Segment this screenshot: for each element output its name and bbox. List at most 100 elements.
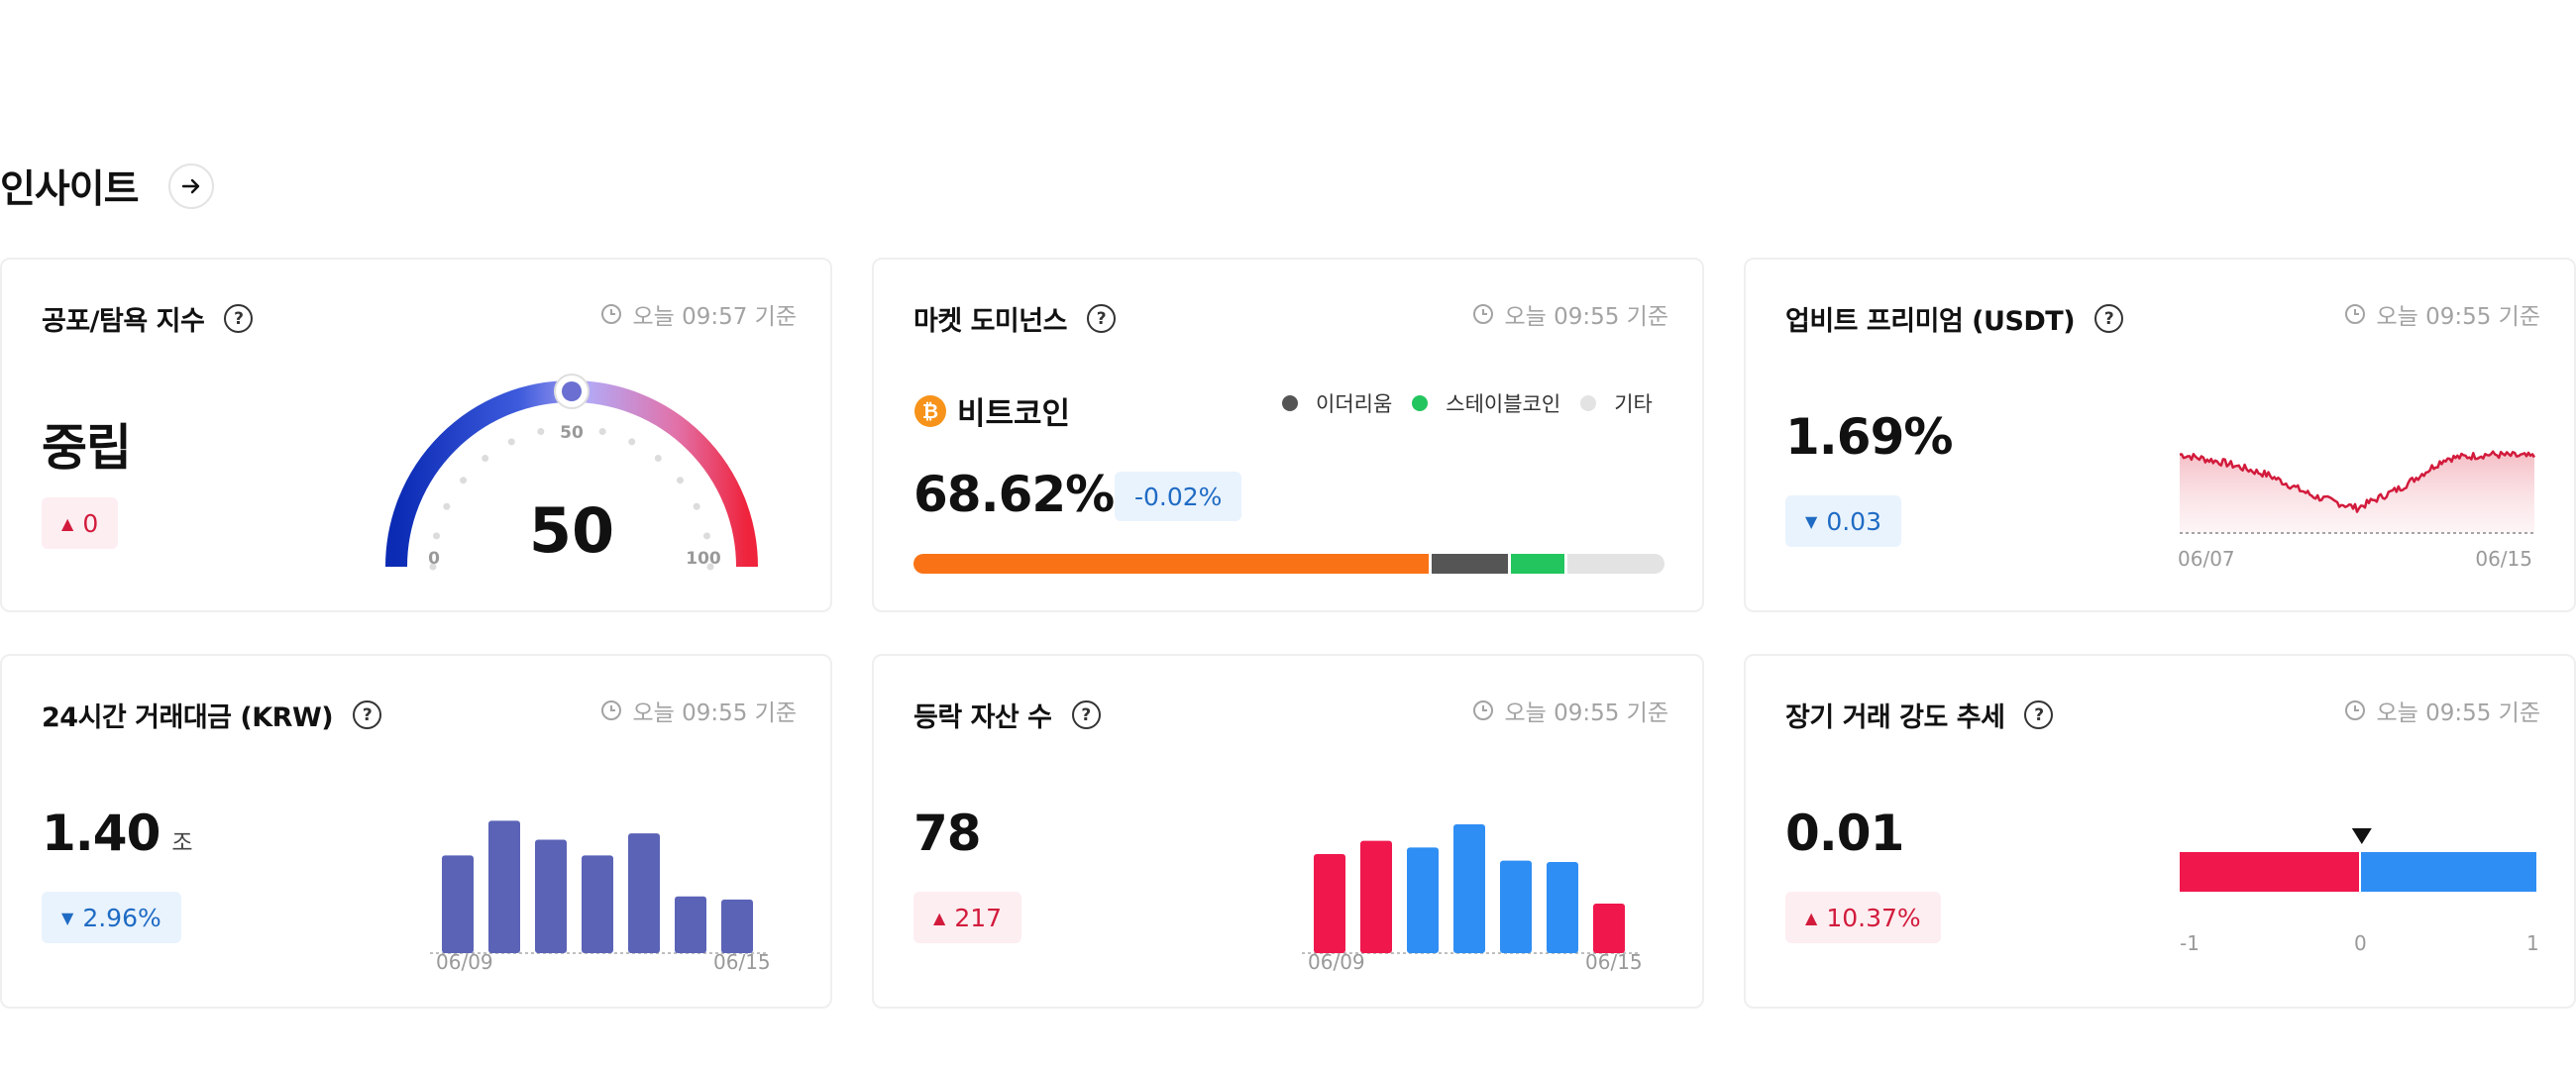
gauge-value: 50 [529,494,614,567]
bar [535,839,567,953]
clock-icon [1473,700,1494,720]
dominance-segment [1564,554,1664,574]
timestamp: 오늘 09:57 기준 [632,304,797,330]
bar [675,896,706,953]
x-axis-end-label: 06/15 [713,950,771,974]
dominance-bar [913,554,1664,574]
bar [628,833,660,953]
gauge-knob-center [562,381,582,401]
clock-icon [2345,304,2366,324]
gauge-knob [554,374,590,409]
negative-range-bar [2180,852,2360,892]
help-icon[interactable]: ? [2094,304,2124,333]
change-badge: ▲ 10.37% [1785,892,1941,943]
premium-card[interactable]: 업비트 프리미엄 (USDT) ? 오늘 09:55 기준 1.69% ▼ 0.… [1744,258,2576,612]
x-axis-start-label: 06/09 [436,950,493,974]
gauge-mid-label: 50 [560,423,584,443]
down-triangle-icon: ▼ [61,908,74,927]
gauge-tick [460,477,468,484]
gauge-tick [598,428,606,436]
dominance-value: 68.62% [913,466,1115,523]
dominance-segment [913,554,1430,574]
timestamp: 오늘 09:55 기준 [1504,304,1668,330]
help-icon[interactable]: ? [1071,700,1101,729]
section-title: 인사이트 [0,167,140,212]
gauge-tick [537,428,545,436]
volume-bar-chart [430,820,767,954]
legend-label: 기타 [1614,392,1653,416]
bar [1360,840,1392,953]
legend-item: 스테이블코인 [1412,388,1560,418]
svg-text:₿: ₿ [922,399,938,423]
bitcoin-icon: ₿ [914,394,946,427]
bar [488,820,520,953]
legend-item: 기타 [1580,388,1653,418]
premium-line-chart [2179,450,2536,534]
section-header: 인사이트 [0,157,214,216]
fear-greed-gauge: 0 50 100 50 [385,374,758,571]
bar [1453,824,1485,953]
card-title: 공포/탐욕 지수 [42,306,205,337]
timestamp: 오늘 09:55 기준 [1504,700,1668,726]
card-title: 24시간 거래대금 (KRW) [42,702,334,733]
legend-dot [1282,395,1298,411]
volume-card[interactable]: 24시간 거래대금 (KRW) ? 오늘 09:55 기준 1.40 조 ▼ 2.… [0,654,832,1009]
gauge-tick [507,438,515,446]
dominance-segment [1507,554,1565,574]
help-icon[interactable]: ? [2024,700,2054,729]
clock-icon [601,700,622,720]
timestamp: 오늘 09:55 기준 [2376,304,2540,330]
volume-value: 1.40 [42,805,161,862]
gauge-tick [676,477,684,484]
x-axis-start-label: 06/09 [1308,950,1365,974]
help-icon[interactable]: ? [1086,304,1116,333]
up-triangle-icon: ▲ [1805,908,1818,927]
arrow-right-icon [181,178,199,194]
advancers-card[interactable]: 등락 자산 수 ? 오늘 09:55 기준 78 ▲ 217 06/09 06/… [872,654,1704,1009]
bar [1547,862,1578,953]
gauge-tick [693,502,700,510]
fear-greed-card[interactable]: 공포/탐욕 지수 ? 오늘 09:57 기준 중립 ▲ 0 0 50 100 5… [0,258,832,612]
timestamp: 오늘 09:55 기준 [2376,700,2540,726]
gauge-tick [482,455,489,463]
bar [1314,854,1345,953]
gauge-tick [628,438,636,446]
volume-unit: 조 [171,830,192,856]
change-badge: ▲ 0 [42,497,119,549]
clock-icon [2345,700,2366,720]
legend-label: 이더리움 [1316,392,1393,416]
insight-more-button[interactable] [167,163,214,209]
help-icon[interactable]: ? [353,700,382,729]
legend-dot [1580,395,1597,411]
bar [1593,904,1625,953]
legend-item: 이더리움 [1282,388,1392,418]
x-axis-start-label: 06/07 [2178,547,2235,571]
bar [582,855,613,953]
advancers-bar-chart [1302,824,1639,954]
gauge-tick [443,502,451,510]
positive-range-bar [2360,852,2536,892]
change-value: -0.02% [1134,482,1223,511]
up-triangle-icon: ▲ [61,513,74,533]
bar [1407,847,1439,953]
trend-card[interactable]: 장기 거래 강도 추세 ? 오늘 09:55 기준 0.01 ▲ 10.37% … [1744,654,2576,1009]
gauge-min-label: 0 [428,549,440,569]
card-title: 등락 자산 수 [913,702,1052,733]
timestamp: 오늘 09:55 기준 [632,700,797,726]
dominance-card[interactable]: 마켓 도미넌스 ? 오늘 09:55 기준 ₿ 비트코인 이더리움 스테이블코인 기… [872,258,1704,612]
premium-value: 1.69% [1785,408,1953,466]
axis-max-label: 1 [2526,931,2539,955]
legend-dot [1412,395,1429,411]
axis-mid-label: 0 [2354,931,2367,955]
change-value: 0 [82,508,99,538]
bar [721,899,753,953]
trend-value: 0.01 [1785,805,1904,862]
indicator-triangle-icon [2351,828,2372,844]
change-badge: ▼ 0.03 [1785,495,1901,547]
card-title: 장기 거래 강도 추세 [1785,702,2005,733]
change-badge: -0.02% [1115,472,1242,521]
help-icon[interactable]: ? [224,304,254,333]
x-axis-end-label: 06/15 [1585,950,1643,974]
coin-name: 비트코인 [957,396,1071,432]
change-value: 10.37% [1826,903,1921,932]
